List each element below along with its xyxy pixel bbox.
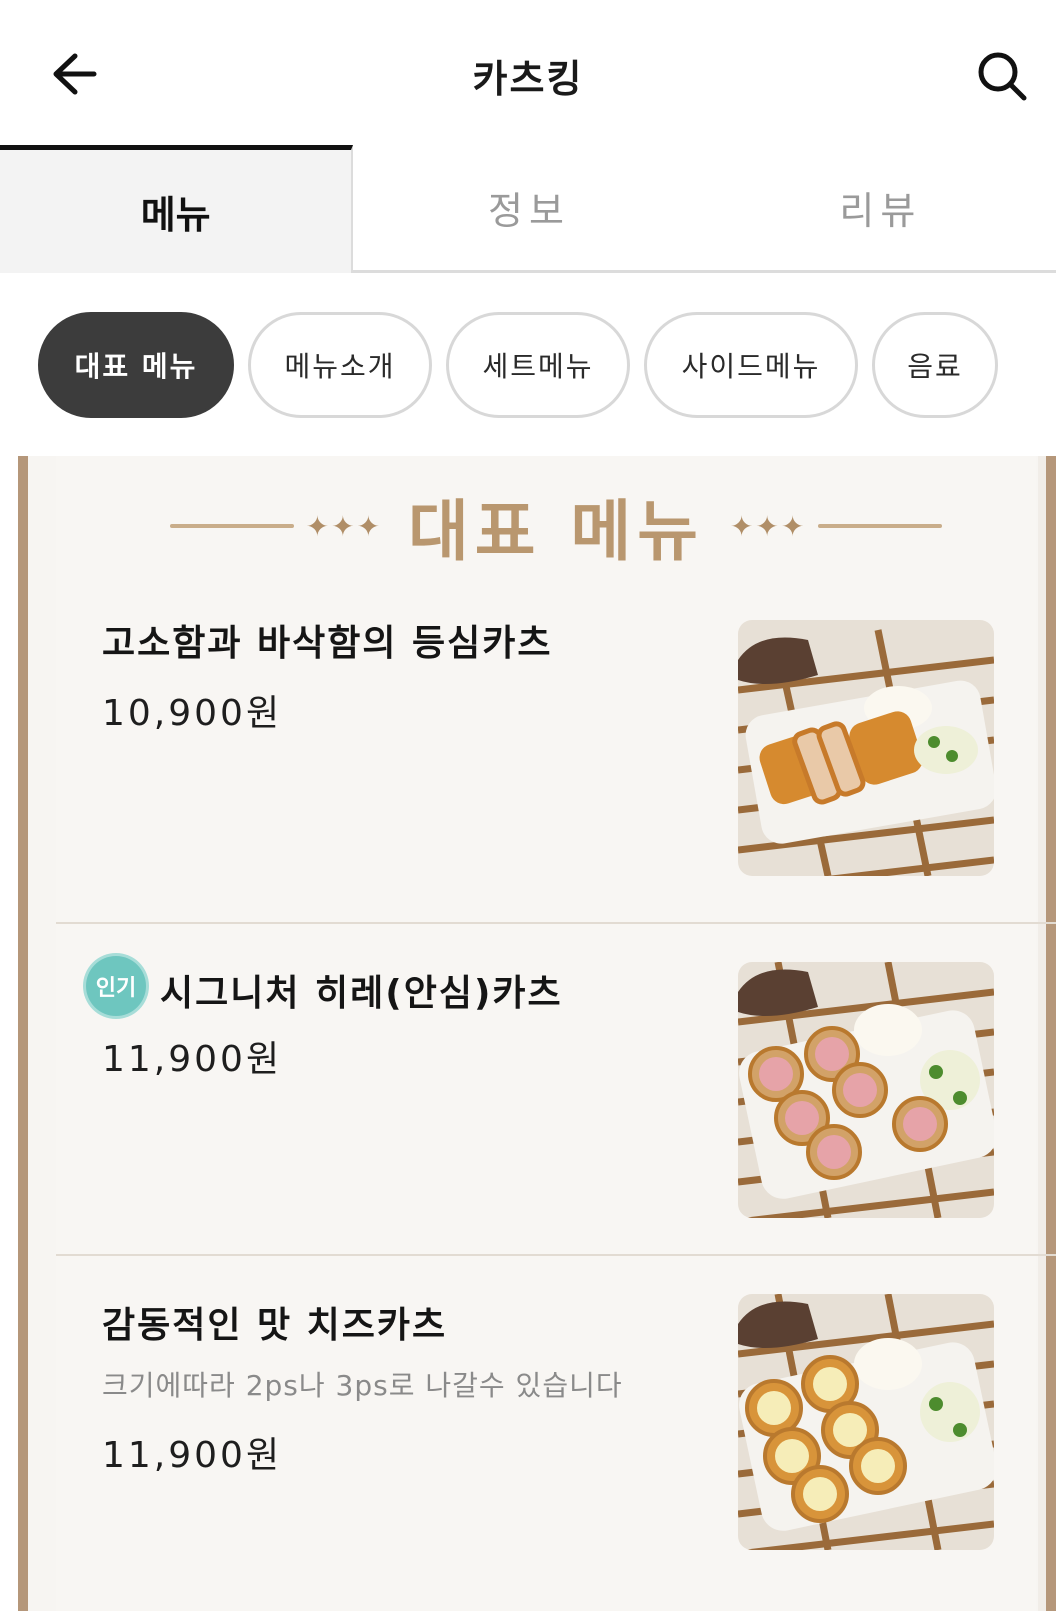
menu-board: ✦✦✦ 대표 메뉴 ✦✦✦ 고소함과 바삭함의 등심카츠 10,900원 인기 … — [18, 456, 1056, 1611]
popular-badge: 인기 — [86, 956, 146, 1016]
search-icon — [978, 52, 1027, 101]
menu-item[interactable]: 고소함과 바삭함의 등심카츠 10,900원 — [56, 456, 1056, 924]
menu-item[interactable]: 인기 시그니처 히레(안심)카츠 11,900원 — [56, 924, 1056, 1256]
menu-item-price: 11,900원 — [102, 1435, 283, 1476]
tab-menu[interactable]: 메뉴 — [0, 145, 354, 273]
menu-item-price: 10,900원 — [102, 693, 283, 734]
menu-item-description: 크기에따라 2ps나 3ps로 나갈수 있습니다 — [102, 1369, 623, 1402]
tab-bar: 메뉴 정보 리뷰 — [0, 145, 1056, 273]
menu-item-name: 고소함과 바삭함의 등심카츠 — [102, 623, 553, 664]
category-chips: 대표 메뉴 메뉴소개 세트메뉴 사이드메뉴 음료 — [38, 312, 1048, 420]
loin-katsu-photo[interactable] — [738, 620, 994, 876]
tab-info[interactable]: 정보 — [353, 145, 705, 273]
chip-set-menu[interactable]: 세트메뉴 — [446, 312, 630, 418]
tab-reviews[interactable]: 리뷰 — [704, 145, 1056, 273]
page-title: 카츠킹 — [472, 57, 584, 101]
menu-item-name: 시그니처 히레(안심)카츠 — [160, 973, 563, 1014]
chip-menu-intro[interactable]: 메뉴소개 — [248, 312, 432, 418]
menu-board-panel: ✦✦✦ 대표 메뉴 ✦✦✦ 고소함과 바삭함의 등심카츠 10,900원 인기 … — [56, 456, 1056, 1611]
chip-side-menu[interactable]: 사이드메뉴 — [644, 312, 858, 418]
app-header: 카츠킹 — [0, 0, 1056, 145]
cheese-katsu-photo[interactable] — [738, 1294, 994, 1550]
search-button[interactable] — [972, 46, 1032, 106]
menu-item-name: 감동적인 맛 치즈카츠 — [102, 1305, 448, 1346]
menu-item[interactable]: 감동적인 맛 치즈카츠 크기에따라 2ps나 3ps로 나갈수 있습니다 11,… — [56, 1256, 1056, 1611]
chip-signature-menu[interactable]: 대표 메뉴 — [38, 312, 234, 418]
menu-item-price: 11,900원 — [102, 1039, 283, 1080]
tenderloin-katsu-photo[interactable] — [738, 962, 994, 1218]
chip-drinks[interactable]: 음료 — [872, 312, 998, 418]
